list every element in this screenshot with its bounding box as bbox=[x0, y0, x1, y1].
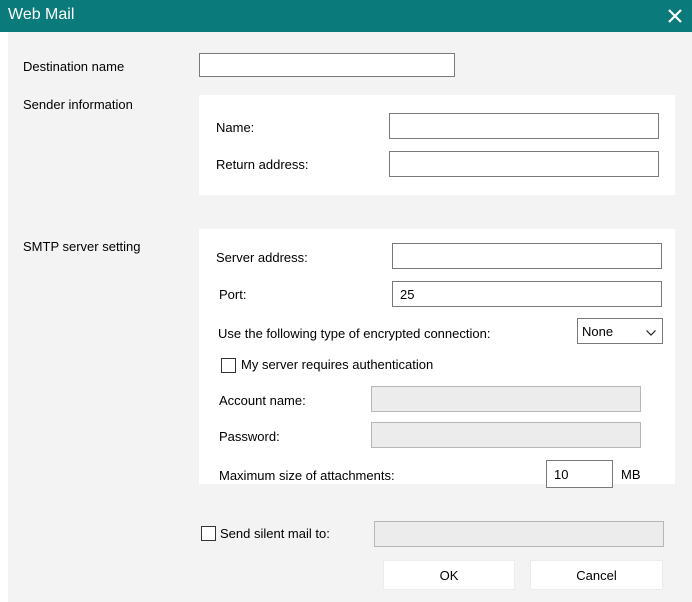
send-silent-mail-checkbox[interactable] bbox=[201, 526, 216, 541]
close-icon[interactable] bbox=[658, 0, 692, 32]
auth-required-label: My server requires authentication bbox=[241, 357, 434, 372]
send-silent-mail-label: Send silent mail to: bbox=[220, 526, 330, 541]
password-input[interactable] bbox=[371, 422, 641, 448]
cancel-button-label: Cancel bbox=[576, 567, 617, 583]
sender-name-label: Name: bbox=[216, 120, 255, 135]
window-border bbox=[0, 32, 8, 602]
chevron-down-icon bbox=[646, 324, 656, 339]
sender-information-label: Sender information bbox=[23, 97, 133, 112]
ok-button-label: OK bbox=[439, 567, 459, 583]
max-attachment-size-label: Maximum size of attachments: bbox=[219, 468, 395, 483]
smtp-settings-panel: Server address: Port: Use the following … bbox=[199, 229, 675, 488]
encryption-type-value: None bbox=[582, 323, 614, 339]
max-attachment-size-input[interactable] bbox=[546, 460, 613, 488]
title-bar: Web Mail bbox=[0, 0, 692, 32]
dialog-body: Destination name Sender information Name… bbox=[8, 32, 692, 602]
port-label: Port: bbox=[219, 287, 247, 302]
window-title: Web Mail bbox=[8, 6, 75, 23]
encryption-type-label: Use the following type of encrypted conn… bbox=[218, 326, 491, 341]
ok-button[interactable]: OK bbox=[383, 560, 515, 590]
destination-name-label: Destination name bbox=[23, 59, 125, 74]
sender-information-panel: Name: Return address: bbox=[199, 95, 675, 195]
server-address-input[interactable] bbox=[392, 243, 662, 269]
password-label: Password: bbox=[219, 429, 280, 444]
silent-mail-address-input[interactable] bbox=[374, 521, 664, 547]
account-name-label: Account name: bbox=[219, 393, 306, 408]
account-name-input[interactable] bbox=[371, 386, 641, 412]
auth-required-checkbox[interactable] bbox=[221, 358, 236, 373]
return-address-input[interactable] bbox=[389, 151, 659, 177]
port-input[interactable] bbox=[392, 281, 662, 307]
cancel-button[interactable]: Cancel bbox=[530, 560, 663, 590]
encryption-type-select[interactable]: None bbox=[577, 318, 663, 344]
return-address-label: Return address: bbox=[216, 157, 309, 172]
smtp-server-setting-label: SMTP server setting bbox=[23, 239, 141, 254]
destination-name-input[interactable] bbox=[199, 53, 455, 77]
server-address-label: Server address: bbox=[216, 250, 308, 265]
max-attachment-size-unit: MB bbox=[621, 467, 641, 482]
sender-name-input[interactable] bbox=[389, 113, 659, 139]
